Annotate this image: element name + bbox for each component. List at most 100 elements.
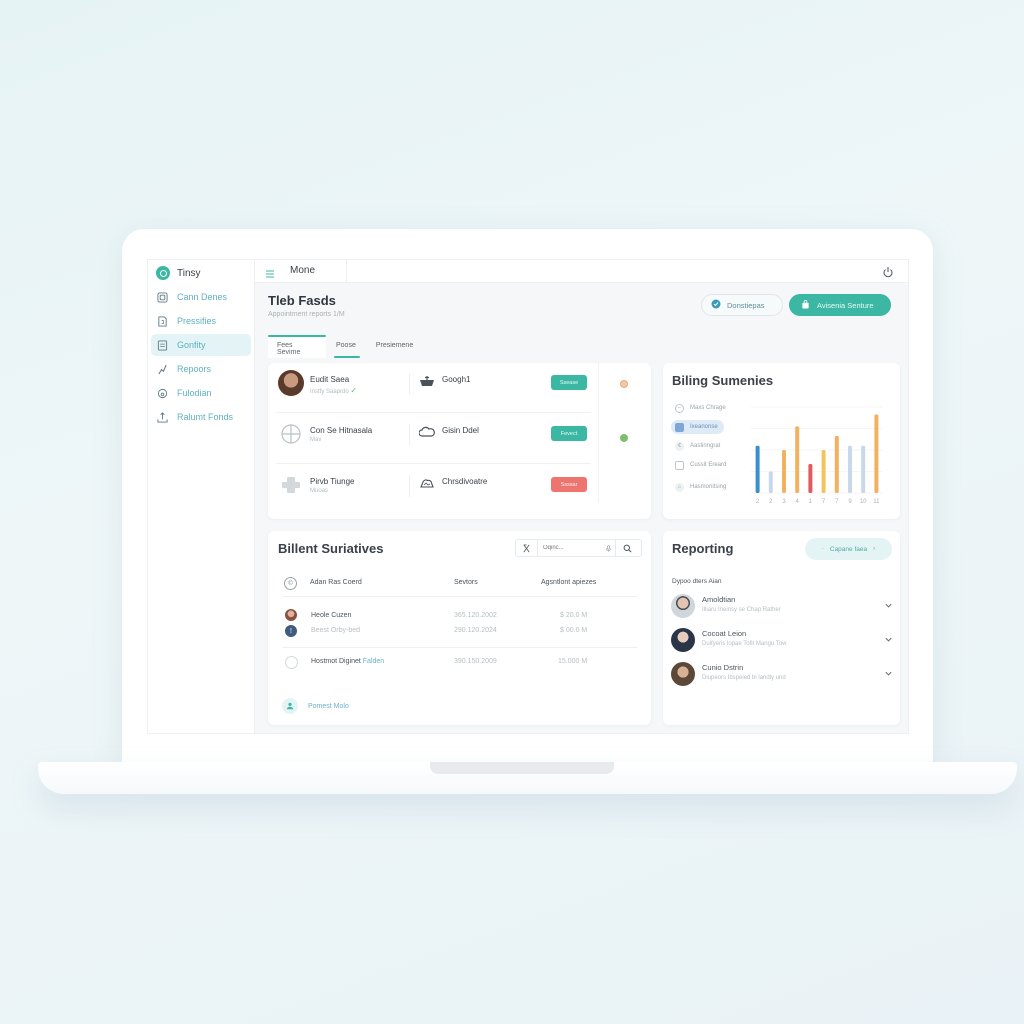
billing-title: Biling Sumenies — [672, 373, 774, 388]
legend-item[interactable]: Cussit Ereard — [671, 458, 732, 472]
sidebar-item-5[interactable]: Ralumt Fonds — [151, 406, 251, 428]
chart-bar[interactable] — [768, 471, 773, 494]
row-amount: $ 00.0 M — [560, 627, 588, 634]
sidebar-item-label: Pressifies — [177, 316, 217, 326]
list-icon — [157, 339, 168, 351]
chart-bar[interactable] — [808, 463, 813, 493]
status-badge[interactable]: Ssssar — [551, 477, 587, 492]
chart-bar[interactable] — [834, 436, 839, 493]
brand-logo-icon — [156, 266, 170, 280]
tab-2[interactable]: Presiemene — [366, 336, 423, 358]
tab-0[interactable]: Fees Sevime — [268, 335, 326, 358]
legend-label: Maxs Chrage — [690, 405, 726, 411]
status-badge[interactable]: Fevect — [551, 426, 587, 441]
footer-link[interactable]: Pomest Molo — [282, 698, 349, 714]
sidebar-item-label: Gonfity — [177, 340, 206, 350]
app-screen: Tinsy Cann Denes Pressifies Gonfity Repo… — [147, 259, 909, 734]
reporting-title: Reporting — [672, 541, 734, 556]
report-desc: Illiaru Ineinsy se Chap Rather — [702, 607, 781, 613]
mic-icon[interactable] — [602, 540, 616, 556]
upload-icon — [157, 411, 168, 423]
column-header[interactable]: Agsntlont apiezes — [541, 579, 596, 586]
sidebar-item-0[interactable]: Cann Denes — [151, 286, 251, 308]
row-divider — [276, 463, 591, 464]
avatar — [671, 594, 695, 618]
page-subtitle: Appointment reports 1/M — [268, 311, 345, 318]
row-name-text: Hostmot Diginet — [311, 658, 361, 665]
sidebar-item-4[interactable]: Fulodian — [151, 382, 251, 404]
report-item[interactable]: Cunio Dstrin Diupeors Ibspeied bi landly… — [671, 660, 893, 690]
chart-bar[interactable] — [861, 445, 866, 493]
chart-bar[interactable] — [848, 445, 852, 493]
badge-icon — [711, 299, 721, 311]
row-divider — [276, 412, 591, 413]
menu-icon[interactable] — [265, 266, 275, 278]
sidebar-item-3[interactable]: Repoors — [151, 358, 251, 380]
file-icon — [157, 315, 168, 327]
x-tick-label: 7 — [835, 499, 839, 505]
globe-icon — [278, 421, 304, 447]
row-name[interactable]: Hostmot Diginet Falden — [311, 658, 384, 665]
services-card: Billent Suriatives © Adan Ras Coerd Sevt… — [268, 531, 651, 725]
status-badge[interactable]: Ssease — [551, 375, 587, 390]
report-item[interactable]: Cocoat Leion Duifyeris lopae Tofit Mangu… — [671, 626, 893, 656]
row-tag[interactable]: Falden — [363, 658, 384, 665]
status-dot-green — [620, 434, 628, 442]
sidebar-item-label: Cann Denes — [177, 292, 228, 302]
legend-label: Cussit Ereard — [690, 462, 727, 468]
reporting-action-button[interactable]: · Capane faea › — [805, 538, 892, 560]
column-divider — [409, 424, 410, 446]
footer-link-label: Pomest Molo — [308, 702, 349, 710]
user-icon — [282, 698, 298, 714]
primary-action-button[interactable]: Avisenia Senture — [789, 294, 891, 316]
row-divider — [282, 647, 638, 648]
power-icon[interactable] — [882, 265, 894, 278]
person-sub: Mav — [310, 437, 322, 443]
chart-bar[interactable] — [821, 450, 826, 493]
chart-bar[interactable] — [795, 426, 800, 493]
minus-circle-icon: − — [675, 403, 684, 413]
row-date: 390.150.2009 — [454, 658, 497, 665]
dashboard-icon — [157, 291, 168, 303]
sidebar-item-1[interactable]: Pressifies — [151, 310, 251, 332]
service-name: Googh1 — [442, 375, 471, 384]
brand[interactable]: Tinsy — [148, 262, 254, 284]
filter-icon[interactable] — [516, 540, 538, 556]
search-input[interactable] — [538, 545, 602, 551]
legend-item[interactable]: − Maxs Chrage — [671, 401, 732, 415]
row-name[interactable]: Beest Orby-bed — [311, 627, 360, 634]
row-name[interactable]: Heole Cuzen — [311, 612, 351, 619]
person-sub: Instfy Saaprdo ✓ — [310, 386, 357, 395]
chart-bar[interactable] — [874, 414, 879, 493]
chevron-down-icon[interactable] — [884, 631, 893, 642]
service-name: Gisin Ddel — [442, 426, 479, 435]
column-header[interactable]: Sevtors — [454, 579, 478, 586]
legend-item[interactable]: € Aastinngrat — [671, 439, 726, 453]
search-icon[interactable] — [616, 540, 638, 556]
chart-bar[interactable] — [782, 450, 786, 493]
chart-bar[interactable] — [755, 445, 760, 493]
calendar-icon — [675, 460, 684, 470]
people-row[interactable]: Eudit Saea Instfy Saaprdo ✓ Googh1 Sseas… — [276, 363, 591, 413]
report-item[interactable]: Amoldtian Illiaru Ineinsy se Chap Rather — [671, 592, 893, 622]
secondary-action-label: Donstiepas — [727, 300, 765, 310]
person-name: Eudit Saea — [310, 375, 350, 384]
people-row[interactable]: Pirvb Tiunge Muoas Chrsdivoatre Ssssar — [276, 465, 591, 515]
row-date: 290.120.2024 — [454, 627, 497, 634]
legend-item-active[interactable]: Ixeanonse — [671, 420, 724, 434]
secondary-action-button[interactable]: Donstiepas — [701, 294, 783, 316]
table-header: © Adan Ras Coerd Sevtors Agsntlont apiez… — [282, 571, 638, 597]
x-tick-label: 11 — [873, 499, 880, 505]
person-name: Con Se Hitnasala — [310, 426, 373, 435]
chevron-down-icon[interactable] — [884, 597, 893, 608]
sidebar-item-2[interactable]: Gonfity — [151, 334, 251, 356]
page-title: Tleb Fasds — [268, 293, 336, 308]
tab-1[interactable]: Poose — [326, 336, 366, 358]
chevron-down-icon[interactable] — [884, 665, 893, 676]
column-header[interactable]: Adan Ras Coerd — [310, 579, 362, 586]
report-name: Cunio Dstrin — [702, 663, 744, 672]
sidebar-nav: Cann Denes Pressifies Gonfity Repoors Fu… — [148, 286, 254, 428]
service-name: Chrsdivoatre — [442, 477, 488, 486]
legend-item[interactable]: ⌂ Hasmonitsing — [671, 480, 732, 494]
people-row[interactable]: Con Se Hitnasala Mav Gisin Ddel Fevect — [276, 414, 591, 464]
